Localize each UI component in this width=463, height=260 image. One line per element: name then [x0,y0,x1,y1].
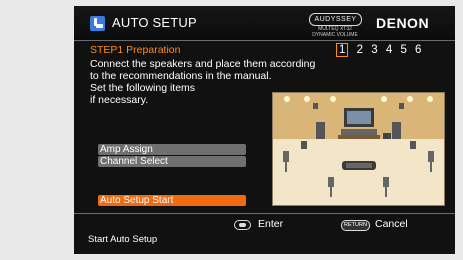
surround-back-right-speaker-icon [383,177,389,187]
step-number-1: 1 [336,43,349,57]
couch-seat [346,163,372,168]
speaker-stand [430,162,432,172]
step-number-3: 3 [371,44,378,56]
front-height-right-speaker-icon [399,103,404,109]
title-bar: AUTO SETUP AUDYSSEY MULTEQ XT32 DYNAMIC … [74,6,455,41]
instruction-line-4: if necessary. [90,94,149,106]
audyssey-badge: AUDYSSEY [309,13,362,26]
front-wide-right-speaker-icon [410,141,416,149]
ceiling-light-icon [330,96,336,102]
speaker-placement-illustration [272,92,445,206]
front-height-left-speaker-icon [313,103,318,109]
audyssey-sub: MULTEQ XT32 DYNAMIC VOLUME [312,26,358,38]
ceiling-light-icon [381,96,387,102]
speaker-stand [330,187,332,197]
step-indicator: 1 2 3 4 5 6 [336,43,426,57]
surround-back-left-speaker-icon [328,177,334,187]
speaker-stand [385,187,387,197]
speaker-stand [285,162,287,172]
channel-select-button[interactable]: Channel Select [98,156,246,167]
surround-right-speaker-icon [428,151,434,162]
step-number-5: 5 [400,44,407,56]
front-wide-left-speaker-icon [301,141,307,149]
status-text: Start Auto Setup [88,234,158,245]
tv-screen [347,111,371,124]
enter-button-icon [234,220,251,230]
auto-setup-panel: AUTO SETUP AUDYSSEY MULTEQ XT32 DYNAMIC … [74,6,455,254]
floor [273,139,444,205]
step-title: STEP1 Preparation [90,44,181,56]
step-number-2: 2 [356,44,364,56]
auto-setup-start-button[interactable]: Auto Setup Start [98,195,246,206]
screen: AUTO SETUP AUDYSSEY MULTEQ XT32 DYNAMIC … [0,0,463,260]
step-number-4: 4 [385,44,393,56]
step-number-6: 6 [415,44,422,56]
ceiling-light-icon [407,96,413,102]
surround-left-speaker-icon [283,151,289,162]
center-speaker-icon [341,129,377,135]
denon-logo: DENON [376,15,430,31]
auto-setup-icon [90,16,105,31]
audyssey-logo: AUDYSSEY MULTEQ XT32 DYNAMIC VOLUME [306,13,364,38]
footer-divider [74,213,455,214]
enter-hint: Enter [258,218,284,230]
instruction-line-1: Connect the speakers and place them acco… [90,58,316,70]
page-title: AUTO SETUP [112,15,197,30]
amp-assign-button[interactable]: Amp Assign [98,144,246,155]
ceiling-light-icon [427,96,433,102]
return-button-icon: RETURN [341,220,370,231]
ceiling-light-icon [304,96,310,102]
instruction-line-3: Set the following items [90,82,196,94]
instruction-line-2: to the recommendations in the manual. [90,70,272,82]
speaker-room-diagram [273,93,444,205]
ceiling-light-icon [284,96,290,102]
cancel-hint: Cancel [375,218,408,230]
